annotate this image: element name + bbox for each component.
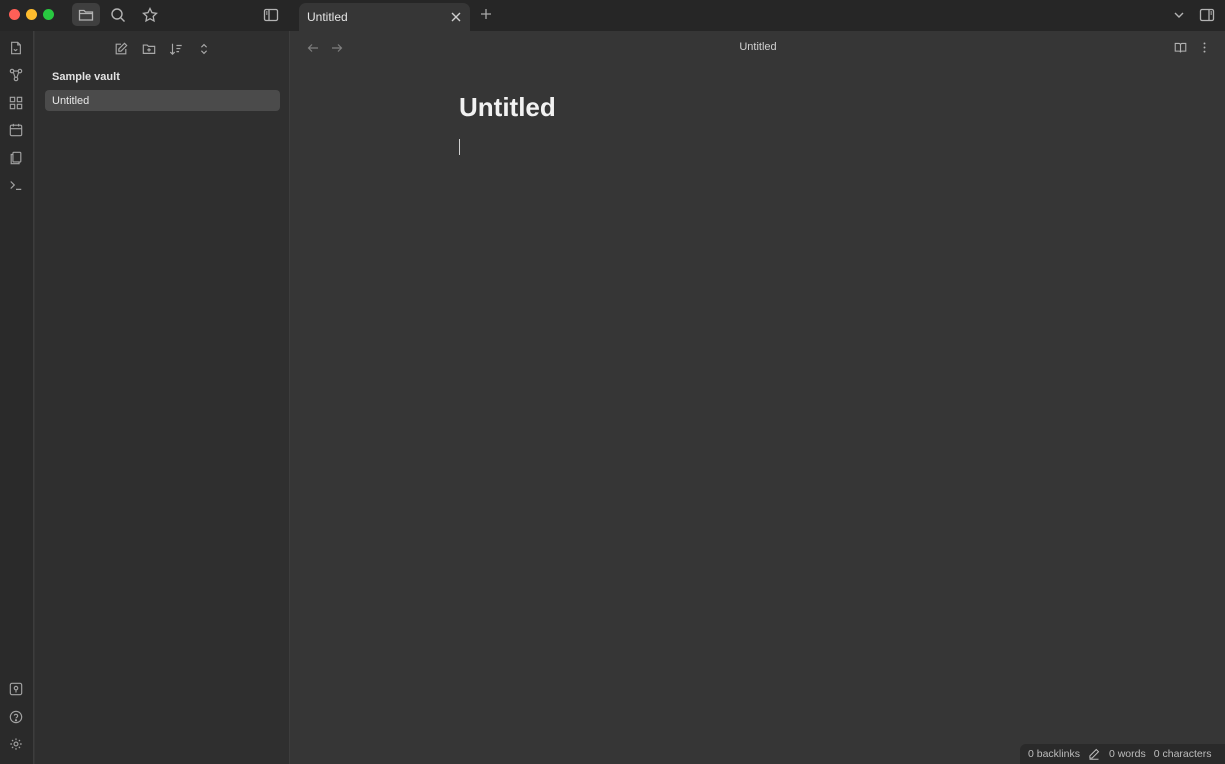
tab-untitled[interactable]: Untitled <box>299 3 470 31</box>
command-palette-button[interactable] <box>7 176 25 194</box>
pencil-icon <box>1089 748 1100 760</box>
edit-mode-button[interactable] <box>1088 748 1101 761</box>
command-palette-icon <box>10 181 22 190</box>
character-count: 0 characters <box>1153 748 1212 760</box>
reading-view-button[interactable] <box>1172 39 1188 55</box>
new-note-icon <box>115 42 128 55</box>
new-folder-button[interactable] <box>139 40 159 58</box>
plus-icon <box>481 9 491 19</box>
new-tab-button[interactable] <box>478 6 494 22</box>
file-item[interactable]: Untitled <box>45 90 280 111</box>
more-options-button[interactable] <box>1196 39 1212 55</box>
ribbon <box>0 31 34 764</box>
vault-switcher-button[interactable] <box>7 680 25 698</box>
file-explorer: Sample vault Untitled <box>35 31 290 764</box>
title-bar: Untitled <box>0 0 1225 31</box>
canvas-button[interactable] <box>7 94 25 112</box>
star-icon <box>142 6 158 22</box>
sidebar-toggle-icon <box>263 8 279 21</box>
settings-icon <box>10 738 22 750</box>
folder-icon <box>78 9 94 21</box>
canvas-icon <box>9 96 23 110</box>
more-options-icon <box>1203 41 1205 53</box>
tab-title: Untitled <box>307 10 348 24</box>
search-button[interactable] <box>104 3 132 26</box>
files-tab-button[interactable] <box>72 3 100 26</box>
collapse-all-button[interactable] <box>194 40 214 58</box>
editor-pane: Untitled Untitled <box>291 31 1225 764</box>
templates-icon <box>10 151 22 165</box>
sort-icon <box>169 43 182 56</box>
chevron-down-icon <box>1174 12 1184 18</box>
daily-note-icon <box>9 123 23 137</box>
templates-button[interactable] <box>7 149 25 167</box>
bookmarks-button[interactable] <box>136 3 164 26</box>
app-window: Untitled Sample vault Untitled Untitled … <box>0 0 1225 764</box>
right-sidebar-toggle-icon <box>1199 8 1215 21</box>
quick-switcher-button[interactable] <box>7 39 25 57</box>
vault-name[interactable]: Sample vault <box>52 71 120 83</box>
open-quick-switcher-icon <box>11 41 21 55</box>
search-icon <box>111 7 125 22</box>
settings-button[interactable] <box>7 735 25 753</box>
file-item-label: Untitled <box>52 94 90 107</box>
tab-list-button[interactable] <box>1165 3 1193 26</box>
status-bar: 0 backlinks 0 words 0 characters <box>1020 744 1225 764</box>
note-title[interactable]: Untitled <box>459 92 556 123</box>
vault-switcher-icon <box>9 682 23 696</box>
help-button[interactable] <box>7 708 25 726</box>
toggle-left-sidebar-button[interactable] <box>257 3 285 26</box>
collapse-icon <box>200 43 208 55</box>
minimize-window-button[interactable] <box>26 9 37 20</box>
reading-view-icon <box>1174 42 1186 52</box>
new-note-button[interactable] <box>111 40 131 58</box>
view-header-title[interactable]: Untitled <box>291 41 1225 53</box>
text-cursor[interactable] <box>459 139 460 155</box>
close-icon <box>451 12 461 22</box>
sort-button[interactable] <box>166 40 186 58</box>
help-icon <box>9 710 23 724</box>
backlinks-count[interactable]: 0 backlinks <box>1028 748 1080 760</box>
maximize-window-button[interactable] <box>43 9 54 20</box>
close-tab-button[interactable] <box>448 9 464 25</box>
close-window-button[interactable] <box>9 9 20 20</box>
word-count: 0 words <box>1108 748 1146 760</box>
daily-note-button[interactable] <box>7 121 25 139</box>
graph-view-icon <box>9 68 23 82</box>
graph-view-button[interactable] <box>7 66 25 84</box>
toggle-right-sidebar-button[interactable] <box>1193 3 1221 26</box>
new-folder-icon <box>142 44 156 54</box>
